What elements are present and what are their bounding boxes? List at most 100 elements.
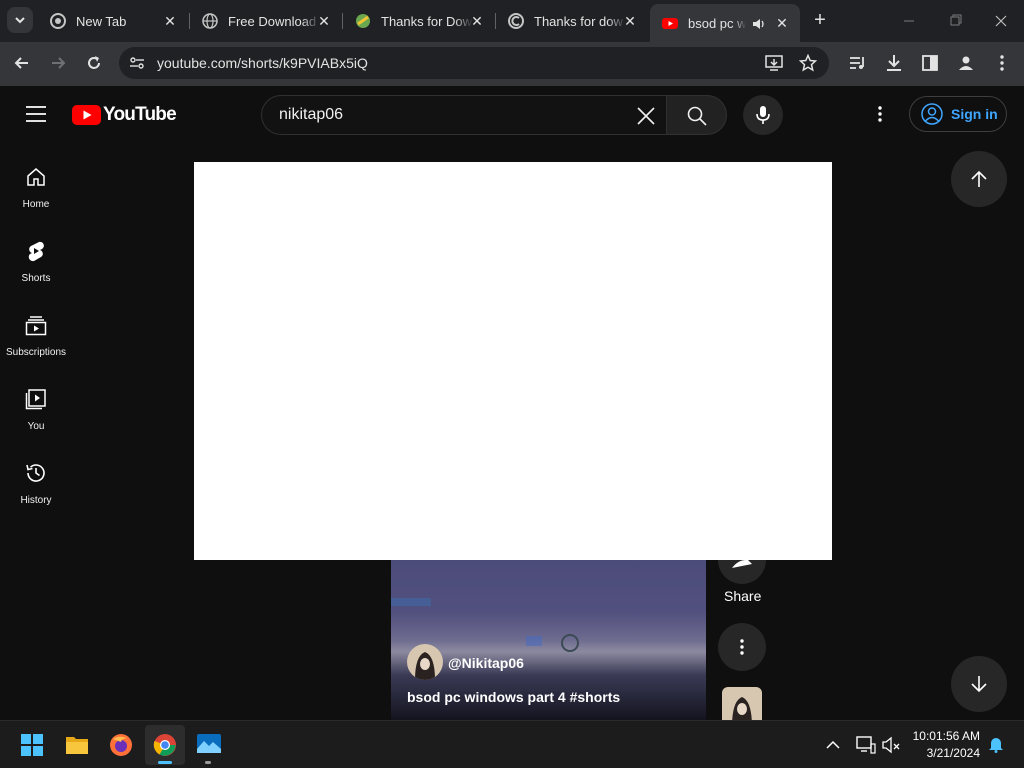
menu-dots-icon[interactable] bbox=[992, 53, 1012, 73]
sidebar-item-subscriptions[interactable]: Subscriptions bbox=[0, 298, 72, 372]
tab-title: bsod pc win bbox=[688, 15, 746, 31]
tab-free-download[interactable]: Free Download ✕ bbox=[190, 6, 342, 36]
short-caption: bsod pc windows part 4 #shorts bbox=[407, 689, 621, 705]
sign-in-label: Sign in bbox=[951, 106, 998, 122]
hamburger-menu-icon[interactable] bbox=[26, 105, 46, 123]
media-controls-icon[interactable] bbox=[848, 53, 868, 73]
shorts-icon bbox=[28, 241, 44, 262]
video-frame-detail bbox=[561, 634, 579, 652]
volume-muted-icon[interactable] bbox=[882, 736, 902, 754]
windows-taskbar: 10:01:56 AM 3/21/2024 bbox=[0, 720, 1024, 768]
youtube-logo-text: YouTube bbox=[103, 104, 177, 125]
address-bar[interactable]: youtube.com/shorts/k9PVIABx5iQ bbox=[119, 47, 829, 79]
notification-bell-icon[interactable] bbox=[988, 735, 1004, 753]
network-icon[interactable] bbox=[856, 736, 876, 754]
site-favicon-icon bbox=[356, 14, 370, 28]
sidebar-item-label: Home bbox=[22, 199, 50, 210]
close-window-button[interactable] bbox=[988, 12, 1014, 30]
home-icon bbox=[27, 168, 45, 186]
youtube-logo[interactable]: YouTube bbox=[72, 104, 177, 126]
sidebar-item-shorts[interactable]: Shorts bbox=[0, 224, 72, 298]
voice-search-button[interactable] bbox=[743, 95, 783, 135]
more-actions-button[interactable] bbox=[718, 623, 766, 671]
clock-time[interactable]: 10:01:56 AM bbox=[913, 729, 980, 743]
url-text: youtube.com/shorts/k9PVIABx5iQ bbox=[157, 55, 368, 71]
sidebar-item-you[interactable]: You bbox=[0, 372, 72, 446]
back-arrow-icon[interactable] bbox=[12, 53, 32, 73]
profile-icon[interactable] bbox=[956, 53, 976, 73]
reload-icon[interactable] bbox=[84, 53, 104, 73]
tab-active-youtube[interactable]: bsod pc win ✕ bbox=[650, 4, 800, 42]
chevron-up-icon[interactable] bbox=[826, 739, 840, 751]
arrow-down-icon bbox=[971, 676, 987, 693]
chevron-down-icon bbox=[15, 17, 25, 24]
tab-title: New Tab bbox=[76, 13, 127, 29]
youtube-masthead: YouTube nikitap06 Sign in bbox=[0, 86, 1024, 142]
site-settings-icon[interactable] bbox=[129, 55, 145, 71]
avatar-image-icon bbox=[415, 652, 435, 680]
close-icon[interactable]: ✕ bbox=[774, 15, 790, 31]
windows-start-icon[interactable] bbox=[21, 734, 43, 756]
tab-new-tab[interactable]: New Tab ✕ bbox=[38, 6, 188, 36]
sidebar-item-home[interactable]: Home bbox=[0, 150, 72, 224]
settings-dots-icon[interactable] bbox=[870, 104, 890, 124]
youtube-favicon-icon bbox=[662, 18, 678, 29]
globe-icon bbox=[202, 13, 218, 29]
clock-date[interactable]: 3/21/2024 bbox=[927, 746, 980, 760]
share-label: Share bbox=[724, 588, 762, 604]
file-explorer-icon[interactable] bbox=[65, 734, 89, 756]
sound-thumbnail[interactable] bbox=[722, 687, 762, 720]
next-short-button[interactable] bbox=[951, 656, 1007, 712]
channel-name[interactable]: @Nikitap06 bbox=[448, 655, 524, 671]
close-icon[interactable]: ✕ bbox=[469, 13, 485, 29]
firefox-icon[interactable] bbox=[109, 733, 133, 757]
minimize-button[interactable] bbox=[896, 12, 922, 30]
close-icon[interactable]: ✕ bbox=[162, 13, 178, 29]
clear-search-icon[interactable] bbox=[636, 106, 656, 126]
video-frame-detail bbox=[391, 598, 431, 606]
tab-thanks-for-download-1[interactable]: Thanks for Dow ✕ bbox=[343, 6, 495, 36]
browser-tab-strip: New Tab ✕ Free Download ✕ Thanks for Dow… bbox=[0, 0, 1024, 42]
chrome-taskbar-button[interactable] bbox=[145, 725, 185, 765]
running-app-indicator bbox=[205, 761, 211, 764]
restore-button[interactable] bbox=[942, 12, 968, 30]
minimize-icon bbox=[904, 20, 914, 22]
download-icon[interactable] bbox=[884, 53, 904, 73]
speaker-icon[interactable] bbox=[752, 17, 766, 31]
blank-overlay-panel bbox=[194, 162, 832, 560]
youtube-logo-icon bbox=[72, 105, 101, 125]
account-circle-icon bbox=[921, 103, 943, 125]
tab-title: Free Download bbox=[228, 13, 317, 29]
you-icon bbox=[25, 389, 46, 410]
close-icon[interactable]: ✕ bbox=[622, 13, 638, 29]
side-panel-icon[interactable] bbox=[920, 53, 940, 73]
new-tab-button[interactable]: + bbox=[808, 9, 832, 33]
share-arrow-icon bbox=[732, 560, 752, 568]
tab-title: Thanks for dow bbox=[534, 13, 623, 29]
browser-toolbar: youtube.com/shorts/k9PVIABx5iQ bbox=[0, 42, 1024, 86]
avatar[interactable] bbox=[407, 644, 443, 680]
more-vert-icon bbox=[740, 639, 744, 655]
close-icon[interactable]: ✕ bbox=[316, 13, 332, 29]
search-button[interactable] bbox=[666, 95, 727, 135]
tab-title: Thanks for Dow bbox=[381, 13, 473, 29]
sign-in-button[interactable]: Sign in bbox=[909, 96, 1007, 132]
photos-app-icon[interactable] bbox=[197, 734, 221, 756]
sidebar-item-history[interactable]: History bbox=[0, 446, 72, 520]
active-app-indicator bbox=[158, 761, 172, 764]
tab-search-button[interactable] bbox=[7, 7, 33, 33]
sidebar-item-label: You bbox=[27, 421, 45, 432]
search-icon bbox=[687, 106, 707, 126]
forward-arrow-icon[interactable] bbox=[48, 53, 68, 73]
short-video-player[interactable]: @Nikitap06 bsod pc windows part 4 #short… bbox=[391, 540, 706, 720]
search-input[interactable]: nikitap06 bbox=[261, 95, 667, 135]
subscriptions-icon bbox=[25, 316, 47, 336]
search-query-text: nikitap06 bbox=[279, 106, 344, 123]
tab-thanks-for-download-2[interactable]: Thanks for dow ✕ bbox=[496, 6, 648, 36]
sidebar-item-label: Subscriptions bbox=[5, 347, 67, 358]
bookmark-star-icon[interactable] bbox=[799, 54, 817, 72]
install-app-icon[interactable] bbox=[765, 54, 783, 72]
chrome-icon bbox=[50, 13, 66, 29]
video-frame-detail bbox=[526, 636, 542, 646]
previous-short-button[interactable] bbox=[951, 151, 1007, 207]
